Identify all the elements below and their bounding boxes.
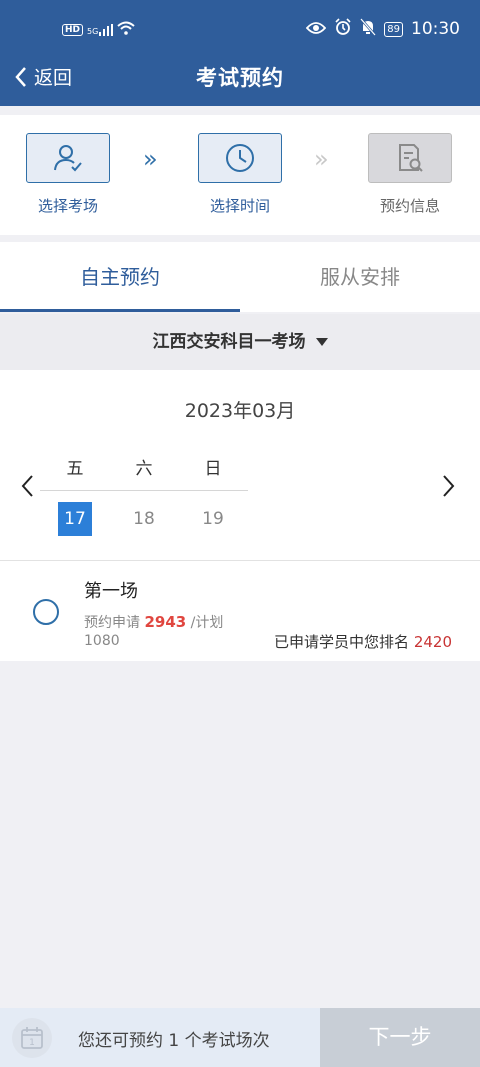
chevron-right-icon: [443, 475, 455, 497]
month-label: 2023年03月: [184, 400, 296, 422]
caret-down-icon: [315, 338, 328, 346]
status-bar: HD 5G 89 10:30: [0, 18, 480, 42]
venue-dropdown[interactable]: 江西交安科目一考场: [0, 314, 480, 370]
prev-week-button[interactable]: [20, 474, 34, 505]
weekday-label: 六: [135, 459, 153, 479]
session-item[interactable]: 第一场 预约申请 2943 /计划 1080 已申请学员中您排名 2420: [0, 561, 480, 661]
double-chevron-icon: »: [143, 145, 158, 173]
step-label: 预约信息: [379, 197, 440, 215]
date-cell[interactable]: 18: [127, 502, 161, 536]
booking-mode-tabs: 自主预约 服从安排: [0, 242, 480, 312]
battery-icon: 89: [384, 21, 403, 37]
calendar-icon: 1: [12, 1018, 52, 1058]
weekday-divider: [40, 490, 248, 491]
tab-self-booking[interactable]: 自主预约: [0, 242, 240, 312]
page-title: 考试预约: [196, 66, 284, 90]
remaining-bookings-text: 您还可预约 1 个考试场次: [78, 1031, 270, 1051]
next-step-button[interactable]: 下一步: [320, 1008, 480, 1067]
bottom-bar: 1 您还可预约 1 个考试场次 下一步: [0, 1008, 480, 1067]
app-header: HD 5G 89 10:30 返回 考试预约: [0, 0, 480, 106]
eye-icon: [306, 20, 327, 39]
mute-bell-icon: [360, 18, 377, 40]
apply-count: 2943: [144, 613, 187, 631]
session-application-stats: 预约申请 2943 /计划 1080: [84, 613, 224, 649]
rank-number: 2420: [413, 633, 452, 651]
svg-text:1: 1: [29, 1038, 35, 1048]
clock-time: 10:30: [411, 19, 460, 39]
step-select-time: 选择时间: [180, 133, 300, 216]
session-radio[interactable]: [33, 599, 59, 625]
alarm-icon: [334, 18, 352, 40]
user-check-icon: [54, 145, 82, 172]
document-search-icon: [399, 144, 423, 172]
session-title: 第一场: [84, 581, 138, 602]
step-label: 选择考场: [37, 197, 98, 215]
date-cell-selected[interactable]: 17: [58, 502, 92, 536]
venue-name: 江西交安科目一考场: [152, 332, 306, 352]
date-cell[interactable]: 19: [196, 502, 230, 536]
weekday-label: 五: [66, 459, 84, 479]
step-booking-info: 预约信息: [350, 133, 470, 216]
clock-icon: [226, 144, 254, 172]
session-rank: 已申请学员中您排名 2420: [274, 633, 452, 651]
weekday-label: 日: [204, 459, 222, 479]
date-picker: 2023年03月 五 六 日 17 18 19: [0, 370, 480, 560]
wifi-icon: [117, 20, 135, 39]
tab-assigned[interactable]: 服从安排: [240, 242, 480, 312]
signal-icon: 5G: [87, 23, 114, 36]
plan-count: 1080: [84, 633, 120, 649]
step-select-venue: 选择考场: [8, 133, 128, 216]
hd-icon: HD: [62, 23, 84, 36]
double-chevron-icon: »: [314, 145, 329, 173]
step-label: 选择时间: [209, 197, 270, 215]
chevron-left-icon: [21, 475, 33, 497]
step-indicator: 选择考场 » 选择时间 » 预约信息: [0, 115, 480, 235]
next-week-button[interactable]: [442, 474, 456, 505]
